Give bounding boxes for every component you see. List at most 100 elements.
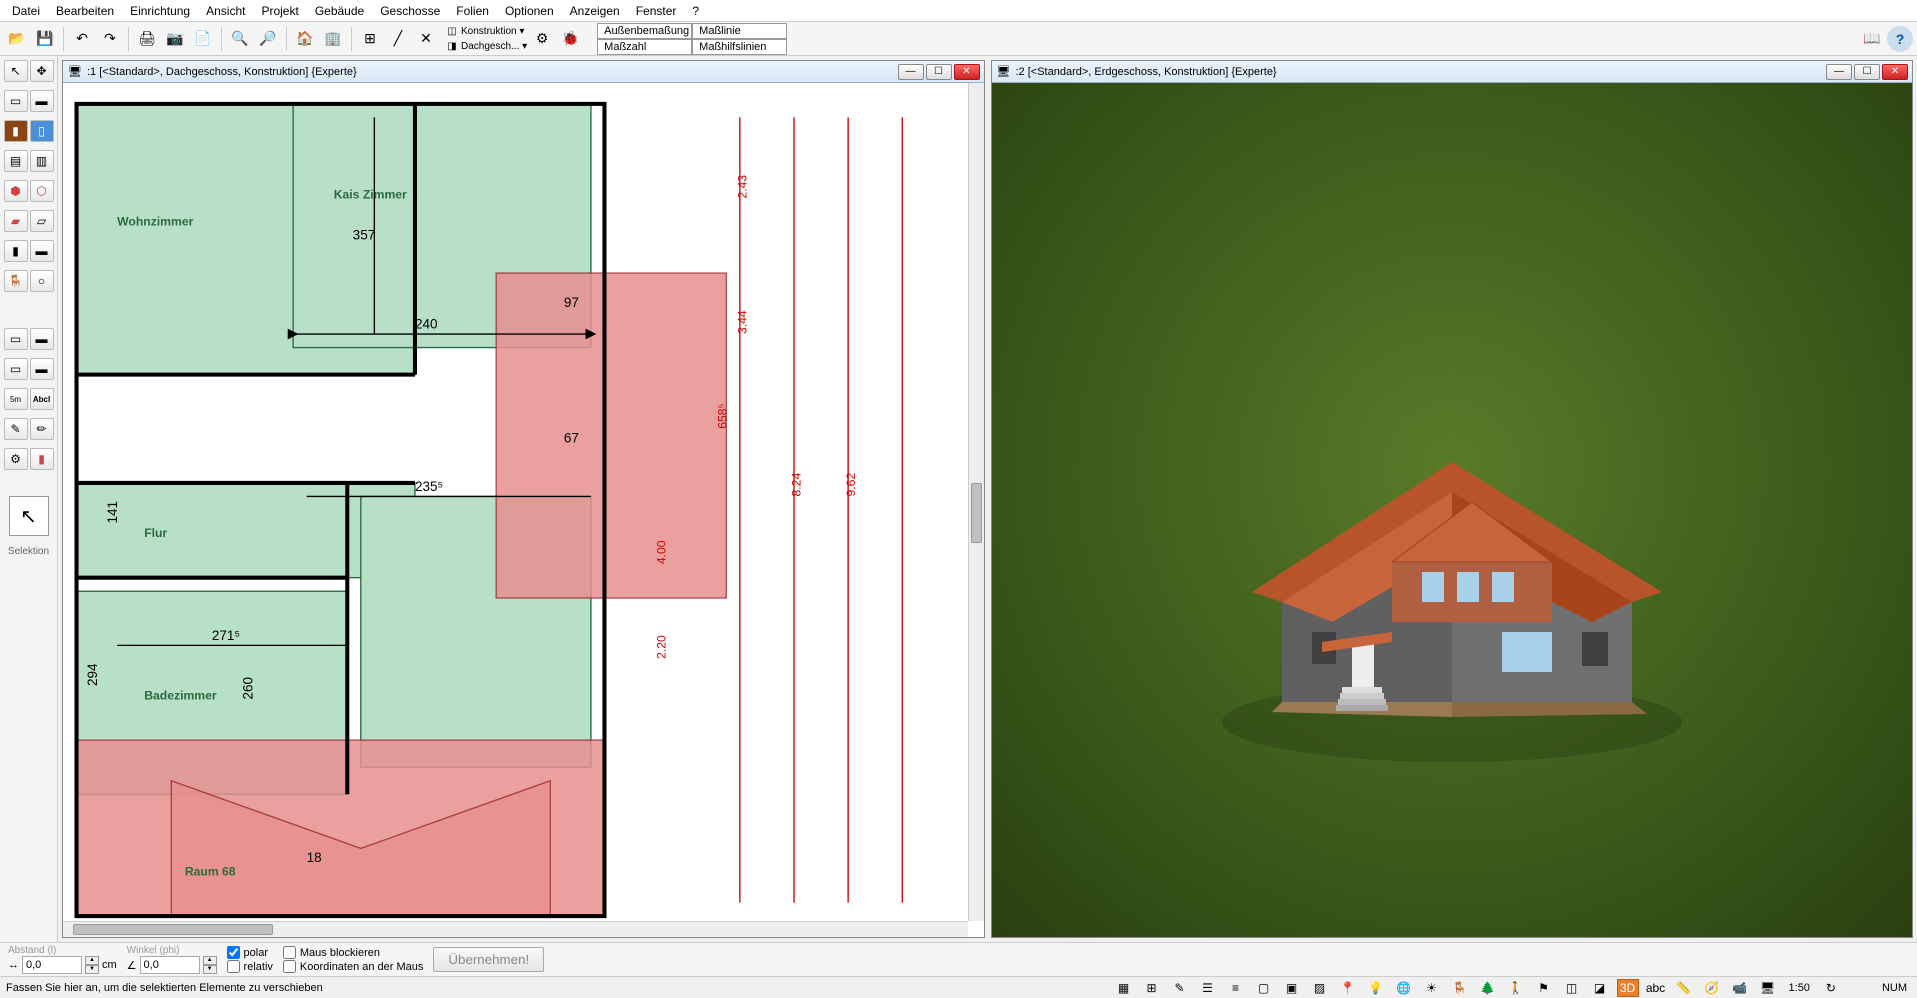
menu-datei[interactable]: Datei bbox=[4, 2, 48, 20]
save-icon[interactable]: 💾 bbox=[32, 26, 58, 52]
grid-icon[interactable]: ⊞ bbox=[357, 26, 383, 52]
maximize-button[interactable]: ☐ bbox=[926, 64, 952, 80]
sb-grid-icon[interactable]: ⊞ bbox=[1141, 979, 1163, 997]
sb-chair-icon[interactable]: 🪑 bbox=[1449, 979, 1471, 997]
cross-icon[interactable]: ✕ bbox=[413, 26, 439, 52]
sb-monitor-icon[interactable]: 🖥 bbox=[1757, 979, 1779, 997]
pan-tool-icon[interactable]: ✥ bbox=[30, 60, 54, 82]
menu-folien[interactable]: Folien bbox=[448, 2, 497, 20]
sb-layers-icon[interactable]: ☰ bbox=[1197, 979, 1219, 997]
line-icon[interactable]: ╱ bbox=[385, 26, 411, 52]
abstand-input[interactable] bbox=[22, 956, 82, 974]
relativ-checkbox[interactable]: relativ bbox=[227, 960, 273, 973]
apply-button[interactable]: Übernehmen! bbox=[433, 947, 544, 972]
path-tool-icon[interactable]: ▭ bbox=[4, 358, 28, 380]
sb-pencil-icon[interactable]: ✎ bbox=[1169, 979, 1191, 997]
chimney-tool-icon[interactable]: ▮ bbox=[30, 448, 54, 470]
dim-hilfslinien[interactable]: Maßhilfslinien bbox=[692, 39, 787, 55]
sb-view1-icon[interactable]: ▦ bbox=[1113, 979, 1135, 997]
plan-canvas[interactable]: Wohnzimmer Kais Zimmer Flur Badezimmer R… bbox=[63, 83, 984, 937]
terrain2-tool-icon[interactable]: ▬ bbox=[30, 328, 54, 350]
sb-ruler-icon[interactable]: 📏 bbox=[1673, 979, 1695, 997]
beam-tool-icon[interactable]: ▬ bbox=[30, 240, 54, 262]
menu-help[interactable]: ? bbox=[684, 2, 707, 20]
pane-plan-titlebar[interactable]: 🖥 :1 [<Standard>, Dachgeschoss, Konstruk… bbox=[63, 61, 984, 83]
polar-checkbox[interactable]: polar bbox=[227, 946, 273, 959]
maximize-button[interactable]: ☐ bbox=[1854, 64, 1880, 80]
selection-cursor-icon[interactable]: ↖ bbox=[9, 496, 49, 536]
sb-sun-icon[interactable]: ☀ bbox=[1421, 979, 1443, 997]
terrain-tool-icon[interactable]: ▭ bbox=[4, 328, 28, 350]
document-icon[interactable]: 📄 bbox=[190, 26, 216, 52]
window-tool-icon[interactable]: ▯ bbox=[30, 120, 54, 142]
dim-masslinie[interactable]: Maßlinie bbox=[692, 23, 787, 39]
sb-lamp-icon[interactable]: 💡 bbox=[1365, 979, 1387, 997]
extra-tool2-icon[interactable]: 🐞 bbox=[557, 26, 583, 52]
sb-box1-icon[interactable]: ▢ bbox=[1253, 979, 1275, 997]
zoom-area-icon[interactable]: 🔎 bbox=[255, 26, 281, 52]
menu-bearbeiten[interactable]: Bearbeiten bbox=[48, 2, 122, 20]
redo-icon[interactable]: ↷ bbox=[97, 26, 123, 52]
roof-tool-icon[interactable]: ⬢ bbox=[4, 180, 28, 202]
sb-flag-icon[interactable]: ⚑ bbox=[1533, 979, 1555, 997]
sb-box2-icon[interactable]: ▣ bbox=[1281, 979, 1303, 997]
camera-icon[interactable]: 📷 bbox=[162, 26, 188, 52]
menu-geschosse[interactable]: Geschosse bbox=[372, 2, 448, 20]
sb-person-icon[interactable]: 🚶 bbox=[1505, 979, 1527, 997]
menu-fenster[interactable]: Fenster bbox=[628, 2, 685, 20]
pipe-tool-icon[interactable]: ⚙ bbox=[4, 448, 28, 470]
undo-icon[interactable]: ↶ bbox=[69, 26, 95, 52]
sb-cube-icon[interactable]: ◫ bbox=[1561, 979, 1583, 997]
minimize-button[interactable]: — bbox=[898, 64, 924, 80]
object-tool-icon[interactable]: ○ bbox=[30, 270, 54, 292]
close-button[interactable]: ✕ bbox=[954, 64, 980, 80]
winkel-input[interactable] bbox=[140, 956, 200, 974]
stairs2-tool-icon[interactable]: ▥ bbox=[30, 150, 54, 172]
menu-optionen[interactable]: Optionen bbox=[497, 2, 562, 20]
koord-maus-checkbox[interactable]: Koordinaten an der Maus bbox=[283, 960, 424, 973]
sb-hatch-icon[interactable]: ▨ bbox=[1309, 979, 1331, 997]
maus-block-checkbox[interactable]: Maus blockieren bbox=[283, 946, 424, 959]
dim-masszahl[interactable]: Maßzahl bbox=[597, 39, 692, 55]
building-icon[interactable]: 🏢 bbox=[320, 26, 346, 52]
menu-einrichtung[interactable]: Einrichtung bbox=[122, 2, 198, 20]
scale-display[interactable]: 1:50 bbox=[1785, 982, 1814, 994]
geschoss-dropdown[interactable]: Dachgesch... ▾ bbox=[461, 41, 527, 52]
sb-globe-icon[interactable]: 🌐 bbox=[1393, 979, 1415, 997]
area-tool-icon[interactable]: ▬ bbox=[30, 358, 54, 380]
column-tool-icon[interactable]: ▮ bbox=[4, 240, 28, 262]
close-button[interactable]: ✕ bbox=[1882, 64, 1908, 80]
abstand-spinner[interactable]: ▲▼ bbox=[85, 956, 99, 974]
menu-anzeigen[interactable]: Anzeigen bbox=[562, 2, 628, 20]
wall-tool-icon[interactable]: ▭ bbox=[4, 90, 28, 112]
door-tool-icon[interactable]: ▮ bbox=[4, 120, 28, 142]
menu-projekt[interactable]: Projekt bbox=[253, 2, 306, 20]
text-tool-icon[interactable]: AbcI bbox=[30, 388, 54, 410]
stairs-tool-icon[interactable]: ▤ bbox=[4, 150, 28, 172]
menu-gebaeude[interactable]: Gebäude bbox=[307, 2, 372, 20]
sb-abc-icon[interactable]: abc bbox=[1645, 979, 1667, 997]
menu-ansicht[interactable]: Ansicht bbox=[198, 2, 253, 20]
extra-tool-icon[interactable]: ⚙ bbox=[529, 26, 555, 52]
open-icon[interactable]: 📂 bbox=[4, 26, 30, 52]
furniture-tool-icon[interactable]: 🪑 bbox=[4, 270, 28, 292]
dim-aussen[interactable]: Außenbemaßung bbox=[597, 23, 692, 39]
book-icon[interactable]: 📖 bbox=[1859, 26, 1885, 52]
print-icon[interactable]: 🖨 bbox=[134, 26, 160, 52]
pencil2-tool-icon[interactable]: ✏ bbox=[30, 418, 54, 440]
select-tool-icon[interactable]: ↖ bbox=[4, 60, 28, 82]
sb-pin-icon[interactable]: 📍 bbox=[1337, 979, 1359, 997]
sb-compass-icon[interactable]: 🧭 bbox=[1701, 979, 1723, 997]
pane-3d-titlebar[interactable]: 🖥 :2 [<Standard>, Erdgeschoss, Konstrukt… bbox=[992, 61, 1913, 83]
slab2-tool-icon[interactable]: ▱ bbox=[30, 210, 54, 232]
roof2-tool-icon[interactable]: ⬡ bbox=[30, 180, 54, 202]
zoom-icon[interactable]: 🔍 bbox=[227, 26, 253, 52]
render-viewport[interactable] bbox=[992, 83, 1913, 937]
sb-3d-button[interactable]: 3D bbox=[1617, 979, 1639, 997]
sb-history-icon[interactable]: ↻ bbox=[1820, 979, 1842, 997]
slab-tool-icon[interactable]: ▰ bbox=[4, 210, 28, 232]
minimize-button[interactable]: — bbox=[1826, 64, 1852, 80]
horizontal-scrollbar[interactable] bbox=[63, 921, 968, 937]
pencil-tool-icon[interactable]: ✎ bbox=[4, 418, 28, 440]
sb-layers2-icon[interactable]: ≡ bbox=[1225, 979, 1247, 997]
